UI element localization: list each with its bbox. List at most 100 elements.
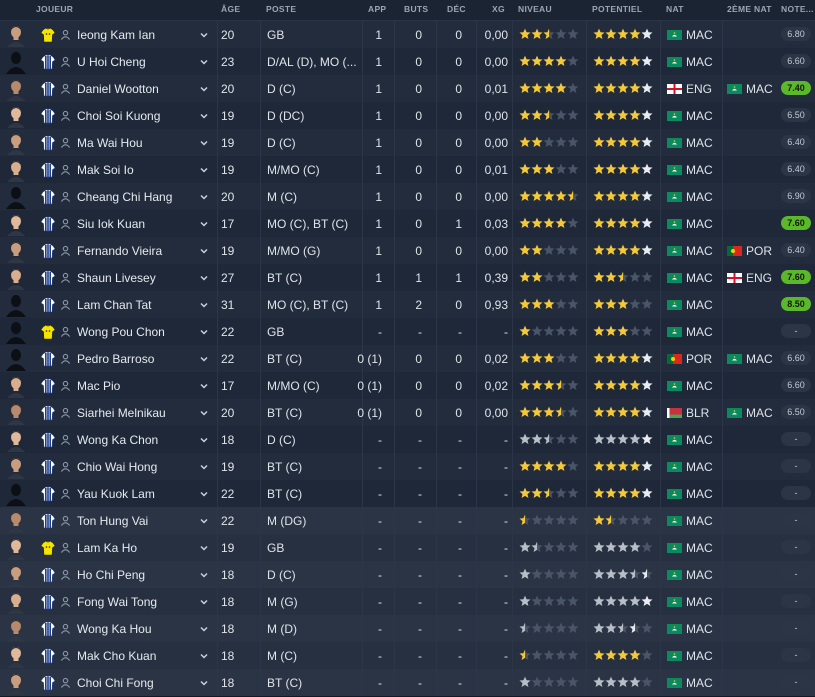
person-icon[interactable] [60,488,71,499]
person-icon[interactable] [60,623,71,634]
person-icon[interactable] [60,110,71,121]
person-icon[interactable] [60,164,71,175]
player-name[interactable]: Pedro Barroso [77,352,154,366]
player-name[interactable]: Siu Iok Kuan [77,217,145,231]
chevron-down-icon[interactable] [198,569,210,581]
chevron-down-icon[interactable] [198,461,210,473]
table-row[interactable]: U Hoi Cheng 23 D/AL (D), MO (... 1 0 0 0,00 MAC… [0,48,815,76]
person-icon[interactable] [60,137,71,148]
player-name[interactable]: Lam Chan Tat [77,298,152,312]
table-row[interactable]: Mak Cho Kuan 18 M (C) - - - - MAC - [0,642,815,670]
col-age[interactable]: ÂGE [221,4,240,14]
person-icon[interactable] [60,299,71,310]
player-name[interactable]: Choi Chi Fong [77,676,154,690]
player-name[interactable]: Ho Chi Peng [77,568,145,582]
chevron-down-icon[interactable] [198,623,210,635]
chevron-down-icon[interactable] [198,218,210,230]
chevron-down-icon[interactable] [198,137,210,149]
player-name[interactable]: Lam Ka Ho [77,541,137,555]
player-name[interactable]: Mac Pio [77,379,120,393]
player-name[interactable]: Fong Wai Tong [77,595,157,609]
col-xg[interactable]: XG [492,4,505,14]
col-nat[interactable]: NAT [666,4,684,14]
person-icon[interactable] [60,56,71,67]
table-row[interactable]: Mac Pio 17 M/MO (C) 0 (1) 0 0 0,02 MAC 6.60 [0,372,815,400]
person-icon[interactable] [60,191,71,202]
player-name[interactable]: Chio Wai Hong [77,460,157,474]
person-icon[interactable] [60,650,71,661]
chevron-down-icon[interactable] [198,299,210,311]
table-row[interactable]: Ton Hung Vai 22 M (DG) - - - - MAC - [0,507,815,535]
person-icon[interactable] [60,326,71,337]
player-name[interactable]: Wong Ka Chon [77,433,158,447]
chevron-down-icon[interactable] [198,56,210,68]
player-name[interactable]: Ieong Kam Ian [77,28,155,42]
chevron-down-icon[interactable] [198,380,210,392]
table-row[interactable]: Fong Wai Tong 18 M (G) - - - - MAC - [0,588,815,616]
player-name[interactable]: Ma Wai Hou [77,136,143,150]
table-row[interactable]: Ho Chi Peng 18 D (C) - - - - MAC - [0,561,815,589]
table-row[interactable]: Ma Wai Hou 19 D (C) 1 0 0 0,00 MAC 6.40 [0,129,815,157]
col-potentiel[interactable]: POTENTIEL [592,4,642,14]
player-name[interactable]: Cheang Chi Hang [77,190,172,204]
chevron-down-icon[interactable] [198,110,210,122]
player-name[interactable]: Fernando Vieira [77,244,162,258]
person-icon[interactable] [60,29,71,40]
chevron-down-icon[interactable] [198,245,210,257]
table-row[interactable]: Siu Iok Kuan 17 MO (C), BT (C) 1 0 1 0,03 MAC 7.… [0,210,815,238]
player-name[interactable]: Ton Hung Vai [77,514,148,528]
chevron-down-icon[interactable] [198,434,210,446]
table-row[interactable]: Chio Wai Hong 19 BT (C) - - - - MAC - [0,453,815,481]
person-icon[interactable] [60,353,71,364]
table-row[interactable]: Choi Soi Kuong 19 D (DC) 1 0 0 0,00 MAC 6.50 [0,102,815,130]
chevron-down-icon[interactable] [198,29,210,41]
person-icon[interactable] [60,515,71,526]
table-row[interactable]: Cheang Chi Hang 20 M (C) 1 0 0 0,00 MAC 6.90 [0,183,815,211]
chevron-down-icon[interactable] [198,191,210,203]
chevron-down-icon[interactable] [198,596,210,608]
table-row[interactable]: Ieong Kam Ian 20 GB 1 0 0 0,00 MAC 6.80 [0,21,815,49]
player-name[interactable]: Wong Ka Hou [77,622,152,636]
player-name[interactable]: Mak Cho Kuan [77,649,156,663]
table-row[interactable]: Fernando Vieira 19 M/MO (G) 1 0 0 0,00 MAC POR 6.… [0,237,815,265]
col-niveau[interactable]: NIVEAU [518,4,552,14]
table-row[interactable]: Mak Soi Io 19 M/MO (C) 1 0 0 0,01 MAC 6.40 [0,156,815,184]
table-row[interactable]: Daniel Wootton 20 D (C) 1 0 0 0,01 ENG MAC 7.40 [0,75,815,103]
person-icon[interactable] [60,407,71,418]
person-icon[interactable] [60,245,71,256]
table-row[interactable]: Yau Kuok Lam 22 BT (C) - - - - MAC - [0,480,815,508]
person-icon[interactable] [60,677,71,688]
chevron-down-icon[interactable] [198,488,210,500]
table-row[interactable]: Wong Ka Chon 18 D (C) - - - - MAC - [0,426,815,454]
table-row[interactable]: Lam Chan Tat 31 MO (C), BT (C) 1 2 0 0,93 MAC 8.… [0,291,815,319]
chevron-down-icon[interactable] [198,542,210,554]
table-row[interactable]: Wong Pou Chon 22 GB - - - - MAC - [0,318,815,346]
person-icon[interactable] [60,218,71,229]
table-row[interactable]: Lam Ka Ho 19 GB - - - - MAC - [0,534,815,562]
col-note[interactable]: NOTE... [781,4,814,14]
player-name[interactable]: Shaun Livesey [77,271,156,285]
table-row[interactable]: Choi Chi Fong 18 BT (C) - - - - MAC - [0,669,815,697]
person-icon[interactable] [60,83,71,94]
player-name[interactable]: U Hoi Cheng [77,55,146,69]
col-poste[interactable]: POSTE [266,4,296,14]
person-icon[interactable] [60,461,71,472]
player-name[interactable]: Wong Pou Chon [77,325,165,339]
player-name[interactable]: Siarhei Melnikau [77,406,166,420]
chevron-down-icon[interactable] [198,677,210,689]
table-row[interactable]: Wong Ka Hou 18 M (D) - - - - MAC - [0,615,815,643]
col-buts[interactable]: BUTS [404,4,428,14]
col-nat2[interactable]: 2ÈME NAT [727,4,772,14]
chevron-down-icon[interactable] [198,83,210,95]
person-icon[interactable] [60,569,71,580]
player-name[interactable]: Choi Soi Kuong [77,109,160,123]
col-app[interactable]: APP [368,4,386,14]
player-name[interactable]: Mak Soi Io [77,163,134,177]
chevron-down-icon[interactable] [198,326,210,338]
table-row[interactable]: Shaun Livesey 27 BT (C) 1 1 1 0,39 MAC ENG 7.60 [0,264,815,292]
table-row[interactable]: Pedro Barroso 22 BT (C) 0 (1) 0 0 0,02 POR MAC 6.… [0,345,815,373]
person-icon[interactable] [60,542,71,553]
chevron-down-icon[interactable] [198,650,210,662]
col-joueur[interactable]: JOUEUR [36,4,73,14]
chevron-down-icon[interactable] [198,272,210,284]
